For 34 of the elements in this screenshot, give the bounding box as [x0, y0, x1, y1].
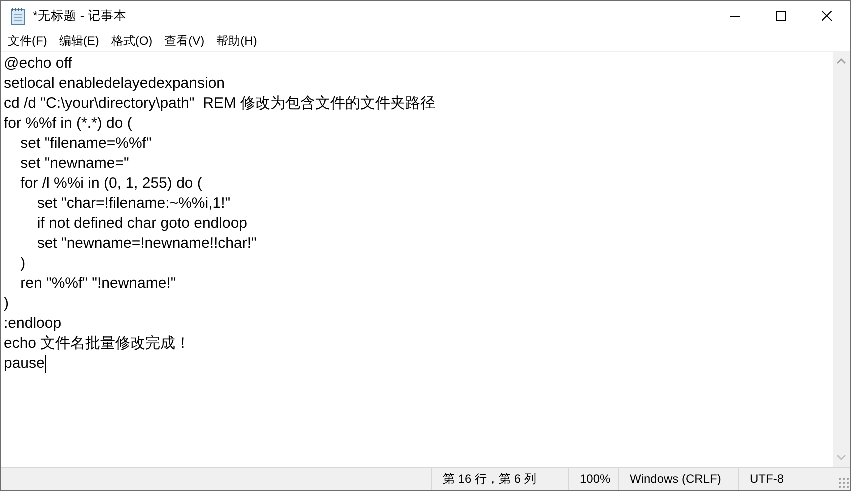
code-line: ) [4, 294, 9, 314]
code-line: set "newname=!newname!!char!" [36, 234, 257, 254]
code-line: for /l %%i in (0, 1, 255) do ( [20, 174, 202, 194]
menu-item[interactable]: 格式(O) [105, 31, 159, 51]
resize-grip-icon[interactable] [838, 477, 850, 489]
maximize-icon [776, 11, 786, 21]
notepad-icon [10, 7, 26, 25]
status-text: 第 16 行，第 6 列 [431, 468, 568, 490]
window-title: *无标题 - 记事本 [33, 8, 127, 24]
scroll-down-icon[interactable] [837, 455, 846, 461]
code-line: :endloop [4, 314, 62, 334]
status-text: UTF-8 [738, 468, 838, 490]
text-cursor [44, 355, 46, 373]
status-text: Windows (CRLF) [618, 468, 738, 490]
code-line: ren "%%f" "!newname!" [20, 274, 176, 294]
code-line: set "newname=" [20, 154, 130, 174]
code-line: ) [20, 254, 26, 274]
code-line: @echo off [4, 54, 72, 74]
status-text: 100% [568, 468, 618, 490]
code-line: if not defined char goto endloop [36, 214, 248, 234]
menu-item[interactable]: 查看(V) [158, 31, 211, 51]
close-icon [822, 11, 832, 21]
code-line: set "filename=%%f" [20, 134, 152, 154]
code-line: for %%f in (*.*) do ( [4, 114, 132, 134]
code-line: echo 文件名批量修改完成！ [4, 334, 191, 354]
menu-item[interactable]: 帮助(H) [210, 31, 264, 51]
scroll-up-icon[interactable] [837, 58, 846, 64]
menu-item[interactable]: 编辑(E) [53, 31, 106, 51]
code-line: setlocal enabledelayedexpansion [4, 74, 226, 94]
vertical-scrollbar[interactable] [833, 52, 850, 467]
menu-item[interactable]: 文件(F) [2, 31, 54, 51]
code-line: pause [4, 354, 45, 374]
code-line: set "char=!filename:~%%i,1!" [36, 194, 231, 214]
code-line: cd /d "C:\your\directory\path" REM 修改为包含文件的文件夹路径 [4, 94, 436, 114]
